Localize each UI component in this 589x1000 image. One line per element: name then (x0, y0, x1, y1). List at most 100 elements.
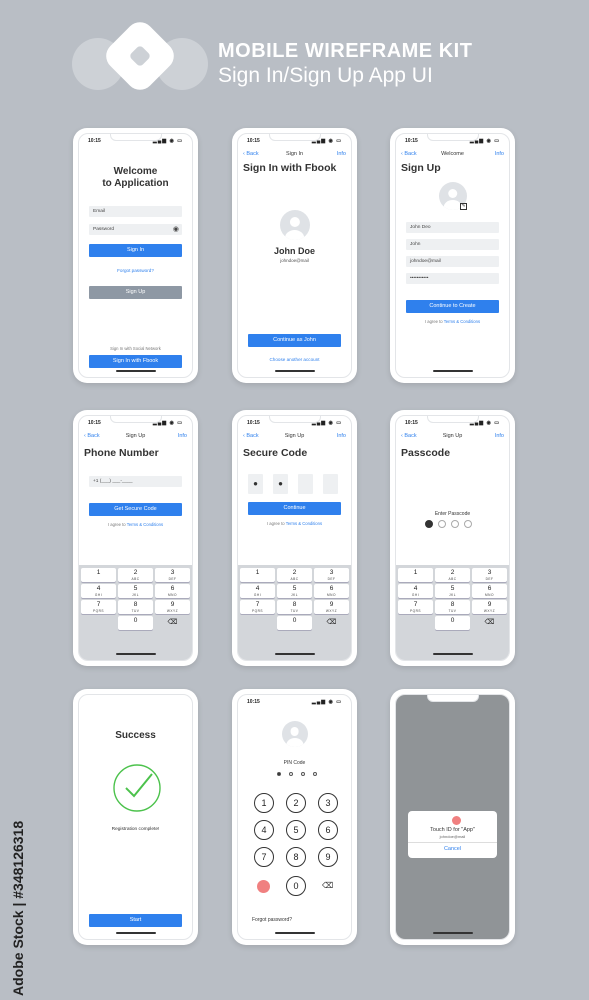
status-bar: 10:15 ▂▄▆ ◉ ▭ (247, 420, 342, 426)
password-field[interactable]: ••••••••••• (406, 273, 499, 284)
keypad-key[interactable]: 8 TUV (118, 600, 153, 614)
keypad-key[interactable]: 9 WXYZ (314, 600, 349, 614)
keypad-key[interactable]: 1 (240, 568, 275, 582)
info-button[interactable]: Info (495, 433, 504, 439)
get-secure-code-button[interactable]: Get Secure Code (89, 503, 182, 516)
code-digit-2[interactable]: ● (273, 474, 288, 494)
back-button[interactable]: ‹ Back (401, 433, 417, 439)
keypad-key[interactable]: 4 GHI (240, 584, 275, 598)
pin-key-1[interactable]: 1 (254, 793, 274, 813)
code-digit-3[interactable] (298, 474, 313, 494)
info-button[interactable]: Info (178, 433, 187, 439)
full-name-field[interactable]: John Deo (406, 222, 499, 233)
info-button[interactable]: Info (337, 151, 346, 157)
touch-id-icon[interactable] (257, 880, 270, 893)
pin-key-6[interactable]: 6 (318, 820, 338, 840)
eye-icon[interactable]: ◉ (173, 225, 179, 233)
terms-link[interactable]: Terms & Conditions (444, 319, 480, 324)
back-button[interactable]: ‹ Back (401, 151, 417, 157)
keypad-letters: MNO (168, 593, 177, 597)
continue-to-create-button[interactable]: Continue to Create (406, 300, 499, 313)
keypad-key[interactable]: 7 PQRS (81, 600, 116, 614)
keypad-key[interactable]: 9 WXYZ (472, 600, 507, 614)
keypad-key[interactable]: 7 PQRS (398, 600, 433, 614)
pin-dot (277, 772, 281, 776)
first-name-field[interactable]: John (406, 239, 499, 250)
email-field[interactable]: Email (89, 206, 182, 217)
edit-icon[interactable]: ✎ (460, 203, 467, 210)
keypad-key[interactable]: 5 JKL (435, 584, 470, 598)
keypad-delete-icon[interactable]: ⌫ (314, 616, 349, 630)
dialog-divider (408, 842, 497, 843)
keypad-key[interactable]: 3 DEF (472, 568, 507, 582)
page-title: Sign Up (401, 162, 441, 174)
keypad-delete-icon[interactable]: ⌫ (155, 616, 190, 630)
phone-signup: 10:15 ▂▄▆ ◉ ▭ Welcome ‹ Back Info Sign Up… (390, 128, 515, 383)
pin-key-0[interactable]: 0 (286, 876, 306, 896)
start-button[interactable]: Start (89, 914, 182, 927)
keypad-key[interactable]: 0 (118, 616, 153, 630)
keypad-key[interactable]: 7 PQRS (240, 600, 275, 614)
continue-as-john-button[interactable]: Continue as John (248, 334, 341, 347)
nav-bar: Sign Up ‹ Back Info (84, 433, 187, 443)
keypad-key[interactable]: 9 WXYZ (155, 600, 190, 614)
forgot-password-link[interactable]: Forgot password? (79, 268, 192, 273)
keypad-key[interactable]: 8 TUV (277, 600, 312, 614)
fbook-sign-in-button[interactable]: Sign In with Fbook (89, 355, 182, 368)
choose-another-account-link[interactable]: Choose another account (238, 357, 351, 362)
keypad-key[interactable]: 0 (435, 616, 470, 630)
code-digit-1[interactable]: ● (248, 474, 263, 494)
keypad-key[interactable]: 4 GHI (398, 584, 433, 598)
home-indicator (274, 932, 315, 934)
pin-key-3[interactable]: 3 (318, 793, 338, 813)
forgot-password-link[interactable]: Forgot password? (252, 917, 292, 923)
continue-button[interactable]: Continue (248, 502, 341, 515)
terms-link[interactable]: Terms & Conditions (127, 522, 163, 527)
screen-secure-code: 10:15 ▂▄▆ ◉ ▭ Sign Up ‹ Back Info Secure … (237, 415, 352, 661)
phone-input[interactable]: +1 (___) ___-____ (89, 476, 182, 487)
pin-key-8[interactable]: 8 (286, 847, 306, 867)
back-button[interactable]: ‹ Back (243, 151, 259, 157)
code-digit-4[interactable] (323, 474, 338, 494)
back-button[interactable]: ‹ Back (84, 433, 100, 439)
info-button[interactable]: Info (337, 433, 346, 439)
keypad-key[interactable]: 2 ABC (435, 568, 470, 582)
sign-in-button[interactable]: Sign In (89, 244, 182, 257)
terms-link[interactable]: Terms & Conditions (286, 521, 322, 526)
phone-success: Success Registration complete! Start (73, 689, 198, 945)
back-button[interactable]: ‹ Back (243, 433, 259, 439)
sign-up-button[interactable]: Sign Up (89, 286, 182, 299)
keypad-key[interactable]: 4 GHI (81, 584, 116, 598)
keypad-key[interactable]: 1 (398, 568, 433, 582)
keypad-key[interactable]: 5 JKL (118, 584, 153, 598)
pin-dot (289, 772, 293, 776)
nav-bar: Sign In ‹ Back Info (243, 151, 346, 161)
nav-bar: Sign Up ‹ Back Info (243, 433, 346, 443)
keypad-key[interactable]: 8 TUV (435, 600, 470, 614)
keypad-key[interactable]: 1 (81, 568, 116, 582)
page-title: Sign In with Fbook (243, 162, 337, 174)
keypad-key[interactable]: 2 ABC (118, 568, 153, 582)
keypad-letters: PQRS (409, 609, 422, 613)
keypad-letters: ABC (131, 577, 140, 581)
cancel-button[interactable]: Cancel (408, 846, 497, 852)
delete-icon[interactable]: ⌫ (322, 881, 333, 890)
home-indicator (432, 370, 473, 372)
keypad-key[interactable]: 3 DEF (314, 568, 349, 582)
pin-key-7[interactable]: 7 (254, 847, 274, 867)
keypad-key[interactable]: 5 JKL (277, 584, 312, 598)
password-field[interactable]: Password ◉ (89, 224, 182, 235)
info-button[interactable]: Info (495, 151, 504, 157)
pin-key-5[interactable]: 5 (286, 820, 306, 840)
keypad-key[interactable]: 6 MNO (472, 584, 507, 598)
keypad-delete-icon[interactable]: ⌫ (472, 616, 507, 630)
keypad-key[interactable]: 3 DEF (155, 568, 190, 582)
pin-key-9[interactable]: 9 (318, 847, 338, 867)
keypad-key[interactable]: 6 MNO (314, 584, 349, 598)
email-field[interactable]: johndoe@mail (406, 256, 499, 267)
keypad-key[interactable]: 2 ABC (277, 568, 312, 582)
pin-key-2[interactable]: 2 (286, 793, 306, 813)
pin-key-4[interactable]: 4 (254, 820, 274, 840)
keypad-key[interactable]: 0 (277, 616, 312, 630)
keypad-key[interactable]: 6 MNO (155, 584, 190, 598)
